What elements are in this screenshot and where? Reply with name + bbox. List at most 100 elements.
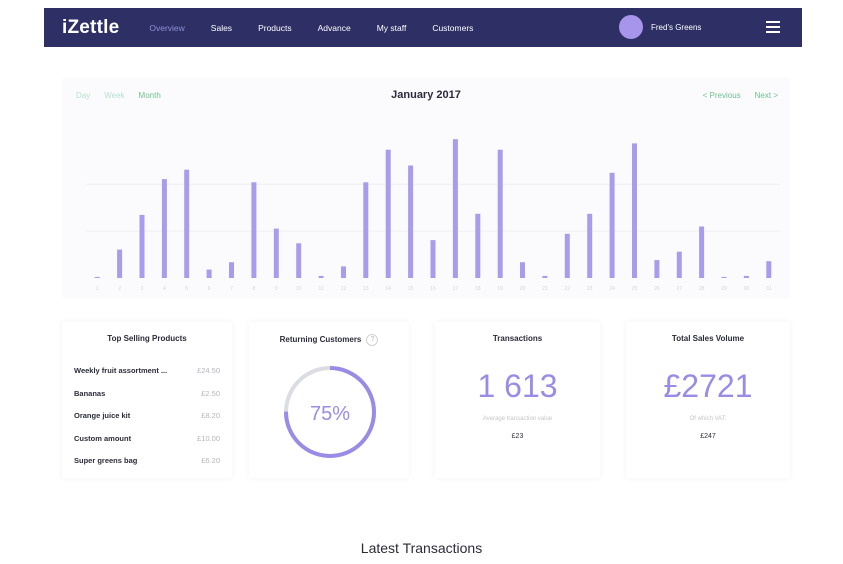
x-tick-label: 2 [118, 286, 121, 292]
product-name: Bananas [74, 388, 106, 398]
card-title: Top Selling Products [107, 334, 187, 343]
top-products-card: Top Selling Products Weekly fruit assort… [62, 322, 232, 478]
chart-bar[interactable] [587, 213, 593, 278]
chart-bar[interactable] [117, 249, 123, 278]
x-tick-label: 27 [677, 286, 683, 292]
izettle-logo[interactable]: iZettle [62, 17, 119, 39]
sub-label: Of which VAT: [689, 416, 727, 422]
card-title-row: Returning Customers? [249, 334, 409, 346]
chart-bar[interactable] [363, 182, 369, 278]
nav-link-overview[interactable]: Overview [149, 23, 184, 33]
chart-bar[interactable] [497, 149, 503, 278]
account-name[interactable]: Fred's Greens [651, 23, 701, 32]
chart-bar[interactable] [721, 276, 727, 278]
transactions-card: Transactions 1 613 Average transaction v… [435, 322, 600, 478]
x-tick-label: 10 [296, 286, 302, 292]
x-tick-label: 26 [654, 286, 660, 292]
card-title: Returning Customers [279, 335, 362, 345]
chart-bar[interactable] [632, 143, 637, 278]
sales-chart-panel: Day Week Month January 2017 < Previous N… [62, 78, 790, 298]
x-tick-label: 23 [587, 286, 593, 292]
chart-bar[interactable] [94, 276, 100, 278]
percent-label: 75% [310, 403, 350, 425]
account-menu[interactable]: Fred's Greens [619, 15, 701, 39]
chart-bar[interactable] [251, 182, 257, 278]
chart-bar[interactable] [206, 269, 212, 278]
x-tick-label: 11 [318, 286, 323, 292]
x-tick-label: 20 [520, 286, 526, 292]
chart-bar[interactable] [139, 214, 145, 278]
nav-links: Overview Sales Products Advance My staff… [149, 23, 499, 33]
x-tick-label: 12 [341, 286, 347, 292]
nav-link-sales[interactable]: Sales [211, 23, 232, 33]
nav-link-advance[interactable]: Advance [318, 23, 351, 33]
x-tick-label: 6 [208, 286, 211, 292]
vat-amount: £247 [700, 433, 716, 440]
x-tick-label: 13 [363, 286, 369, 292]
product-price: £10.00 [197, 433, 220, 443]
product-name: Weekly fruit assortment ... [74, 366, 168, 375]
chart-bar[interactable] [699, 226, 705, 279]
chart-bar[interactable] [161, 179, 167, 278]
list-item[interactable]: Bananas £2.50 [74, 389, 220, 412]
chart-bar[interactable] [184, 169, 190, 278]
list-item[interactable]: Orange juice kit £8.20 [74, 411, 220, 434]
chart-bar[interactable] [273, 228, 279, 278]
sales-volume-card: Total Sales Volume £2721 Of which VAT: £… [626, 322, 790, 478]
help-icon[interactable]: ? [366, 334, 379, 346]
x-tick-label: 8 [253, 286, 256, 292]
chart-bar[interactable] [475, 213, 481, 278]
chart-bar[interactable] [520, 262, 525, 278]
list-item[interactable]: Super greens bag £6.20 [74, 456, 220, 479]
product-price: £2.50 [201, 388, 220, 398]
x-tick-label: 14 [385, 286, 391, 292]
chart-bar[interactable] [676, 251, 682, 278]
product-name: Custom amount [74, 433, 132, 443]
chart-bar[interactable] [609, 172, 615, 278]
x-tick-label: 28 [699, 286, 705, 292]
product-name: Orange juice kit [74, 411, 131, 420]
card-title: Total Sales Volume [671, 334, 745, 343]
card-title: Transactions [492, 334, 543, 343]
chart-bar[interactable] [564, 233, 570, 278]
bar-chart: 1 2 3 4 5 6 7 8 9 10 11 12 13 14 15 16 17 18 19 20 21 22 23 24 2… [86, 139, 780, 292]
chart-bar[interactable] [229, 262, 234, 278]
chart-bar[interactable] [542, 275, 548, 278]
average-transaction-value: £23 [511, 433, 524, 440]
chart-bar[interactable] [408, 165, 414, 279]
x-tick-label: 19 [497, 286, 503, 292]
x-tick-label: 25 [632, 286, 638, 292]
products-list: Weekly fruit assortment ... £24.50 Banan… [74, 366, 220, 479]
product-price: £8.20 [201, 411, 220, 420]
nav-link-products[interactable]: Products [258, 23, 292, 33]
avatar[interactable] [619, 15, 643, 39]
nav-link-my-staff[interactable]: My staff [377, 23, 407, 33]
chart-bar[interactable] [430, 240, 436, 278]
list-item[interactable]: Weekly fruit assortment ... £24.50 [74, 366, 220, 389]
chart-bar[interactable] [654, 260, 660, 278]
top-navbar: iZettle Overview Sales Products Advance … [44, 8, 802, 47]
x-tick-label: 15 [408, 286, 414, 292]
sub-label: Average transaction value [482, 416, 553, 422]
chart-bar[interactable] [296, 243, 302, 278]
x-tick-label: 16 [430, 286, 436, 292]
chart-bar[interactable] [743, 275, 749, 278]
chart-bar[interactable] [341, 266, 346, 278]
x-tick-label: 24 [609, 286, 615, 292]
x-tick-label: 30 [744, 286, 750, 292]
hamburger-icon[interactable] [766, 21, 780, 33]
chart-bar[interactable] [452, 139, 458, 278]
nav-link-customers[interactable]: Customers [432, 23, 473, 33]
chart-bar[interactable] [385, 149, 391, 278]
x-tick-label: 4 [163, 286, 166, 292]
transactions-count: 1 613 [477, 368, 558, 404]
x-tick-label: 17 [453, 286, 459, 292]
chart-bar[interactable] [318, 275, 324, 278]
sales-volume-amount: £2721 [663, 368, 753, 404]
chart-bar[interactable] [766, 261, 772, 278]
x-tick-label: 31 [766, 286, 772, 292]
x-tick-label: 22 [565, 286, 571, 292]
x-tick-label: 5 [185, 286, 188, 292]
returning-customers-card: Returning Customers? 75% [249, 322, 409, 478]
list-item[interactable]: Custom amount £10.00 [74, 434, 220, 457]
